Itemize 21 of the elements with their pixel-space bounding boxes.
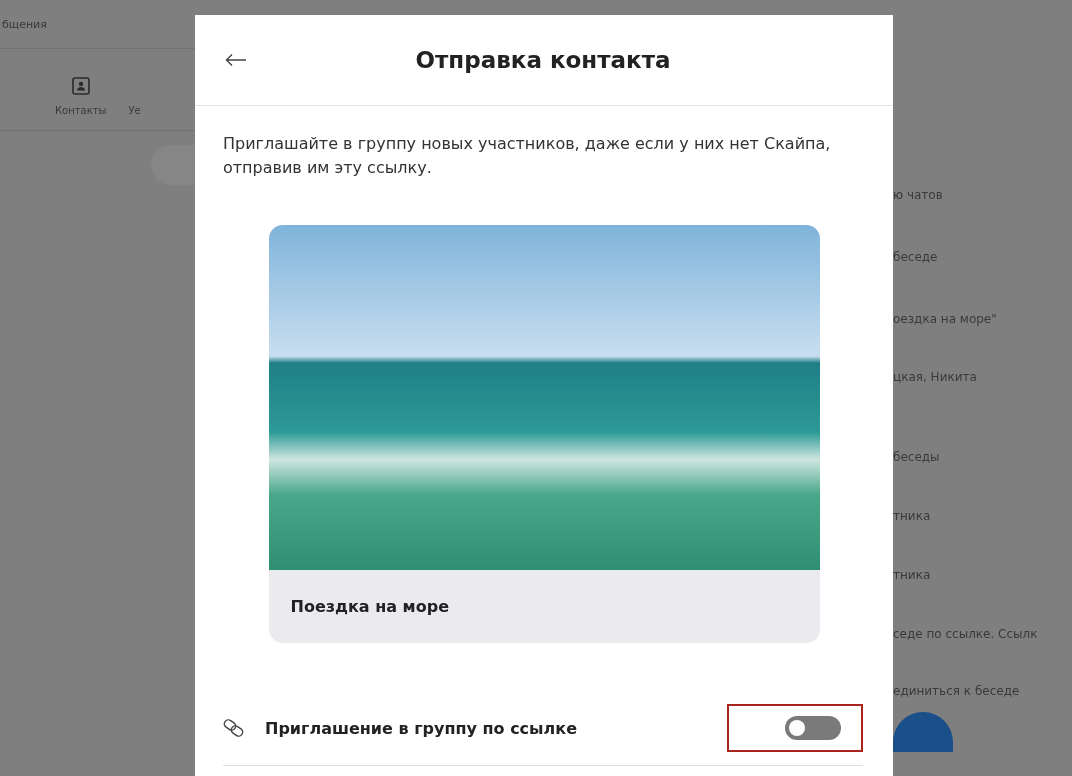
invite-link-label: Приглашение в группу по ссылке: [265, 718, 578, 738]
link-icon: [223, 719, 245, 737]
header-title: бщения: [2, 17, 47, 31]
nav-label[interactable]: Контакты: [55, 105, 107, 116]
background-text: цкая, Никита: [893, 370, 978, 384]
description-text: Приглашайте в группу новых участников, даже если у них нет Скайпа, отправив им эту ссылку.: [223, 133, 832, 179]
background-text: тника: [893, 568, 932, 582]
dialog-title: Отправка контакта: [414, 47, 672, 73]
back-arrow-icon[interactable]: [225, 53, 247, 67]
background-text: единиться к беседе: [893, 684, 1021, 698]
background-text: оездка на море": [893, 312, 998, 326]
background-text: беседе: [893, 250, 939, 264]
group-name: Поездка на море: [289, 596, 450, 618]
nav-label[interactable]: Уе: [128, 105, 141, 116]
contact-card-icon[interactable]: [71, 77, 90, 95]
background-text: тника: [893, 509, 932, 523]
background-text: седе по ссылке. Ссылк: [893, 627, 1039, 641]
round-button[interactable]: [893, 712, 953, 752]
invite-link-toggle[interactable]: [785, 716, 841, 740]
background-text: беседы: [893, 450, 941, 464]
background-text: ю чатов: [893, 188, 944, 202]
